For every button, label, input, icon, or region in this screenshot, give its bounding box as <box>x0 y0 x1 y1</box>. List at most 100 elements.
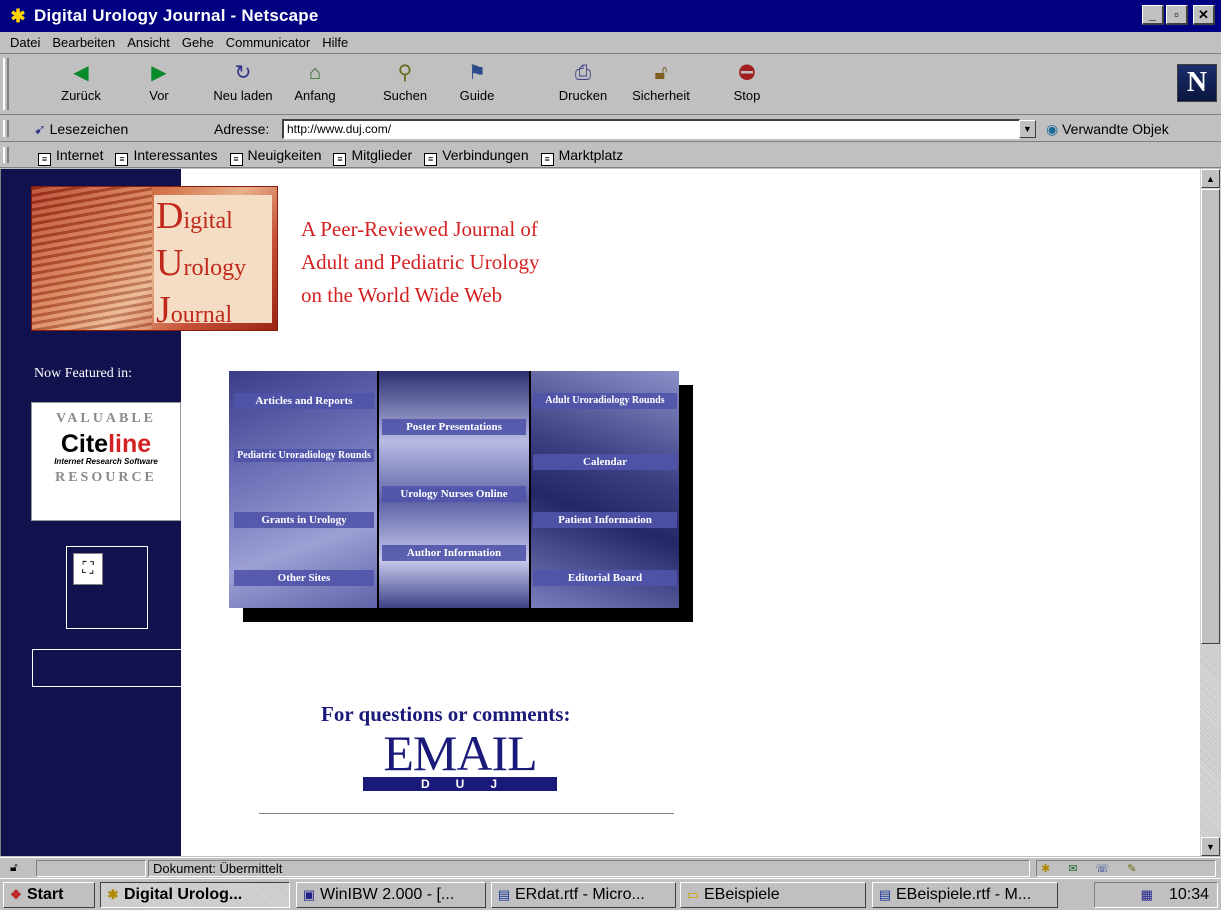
search-button[interactable]: ⚲ Suchen <box>372 60 438 110</box>
toolbar-grip[interactable] <box>3 58 9 110</box>
print-label: Drucken <box>558 88 608 103</box>
personal-link-internet[interactable]: ≡ Internet <box>38 147 103 166</box>
bookmarks-button[interactable]: ➹ Lesezeichen <box>34 121 128 138</box>
link-label: Internet <box>56 147 104 163</box>
citeline-top-text: VALUABLE <box>56 411 156 426</box>
security-status-icon[interactable]: 🔓︎ <box>10 860 18 875</box>
security-label: Sicherheit <box>632 88 690 103</box>
netscape-logo-icon[interactable]: N <box>1177 64 1217 102</box>
vertical-scrollbar[interactable]: ▲ ▼ <box>1200 169 1221 856</box>
start-button[interactable]: ❖ Start <box>3 882 95 908</box>
navigation-image-map: Articles and Reports Pediatric Uroradiol… <box>229 371 679 608</box>
window-controls: _ ▫ ✕ <box>1142 5 1215 25</box>
related-label: Verwandte Objek <box>1062 121 1169 137</box>
menu-ansicht[interactable]: Ansicht <box>121 35 176 50</box>
taskbar-item-erdat[interactable]: ▤ ERdat.rtf - Micro... <box>491 882 676 908</box>
component-bar: ✱ ✉ ☏ ✎ <box>1036 860 1216 877</box>
link-urology-nurses-online[interactable]: Urology Nurses Online <box>382 486 526 502</box>
security-button[interactable]: 🔓︎ Sicherheit <box>628 60 694 110</box>
broken-image-icon: ⛶ <box>73 553 103 585</box>
home-icon: ⌂ <box>308 62 322 84</box>
link-adult-uroradiology-rounds[interactable]: Adult Uroradiology Rounds <box>533 393 677 409</box>
url-input[interactable]: http://www.duj.com/ <box>282 119 1020 139</box>
citeline-brand: Citeline <box>32 431 180 457</box>
link-other-sites[interactable]: Other Sites <box>234 570 374 586</box>
now-featured-label: Now Featured in: <box>34 366 132 381</box>
link-pediatric-uroradiology-rounds[interactable]: Pediatric Uroradiology Rounds <box>234 449 374 462</box>
forward-button[interactable]: ▶ Vor <box>126 60 192 110</box>
logo-title: Digital Urology Journal <box>154 195 272 331</box>
location-grip[interactable] <box>3 120 9 137</box>
scroll-down-button[interactable]: ▼ <box>1201 837 1220 856</box>
link-label: Marktplatz <box>558 147 624 163</box>
taskbar-item-winibw[interactable]: ▣ WinIBW 2.000 - [... <box>296 882 486 908</box>
duj-logo[interactable]: Digital Urology Journal <box>31 186 278 331</box>
link-grants-in-urology[interactable]: Grants in Urology <box>234 512 374 528</box>
system-tray: ▦ 10:34 <box>1094 882 1218 908</box>
logo-line-1: igital <box>183 208 233 234</box>
back-label: Zurück <box>61 88 101 103</box>
back-button[interactable]: ◀ Zurück <box>48 60 114 110</box>
menu-hilfe[interactable]: Hilfe <box>316 35 354 50</box>
scroll-up-button[interactable]: ▲ <box>1201 169 1220 188</box>
maximize-button[interactable]: ▫ <box>1166 5 1188 25</box>
link-calendar[interactable]: Calendar <box>533 454 677 470</box>
related-objects-button[interactable]: ◉ Verwandte Objek <box>1046 121 1169 138</box>
stop-button[interactable]: ⛔︎ Stop <box>714 60 780 110</box>
link-author-information[interactable]: Author Information <box>382 545 526 561</box>
home-button[interactable]: ⌂ Anfang <box>282 60 348 110</box>
link-articles-and-reports[interactable]: Articles and Reports <box>234 393 374 409</box>
personal-link-neuigkeiten[interactable]: ≡ Neuigkeiten <box>229 147 321 166</box>
taskbar-item-ebeispiele-folder[interactable]: ▭ EBeispiele <box>680 882 866 908</box>
tagline-line-1: A Peer-Reviewed Journal of <box>301 217 538 241</box>
url-dropdown-button[interactable]: ▼ <box>1019 120 1036 138</box>
minimize-button[interactable]: _ <box>1142 5 1164 25</box>
menu-communicator[interactable]: Communicator <box>220 35 317 50</box>
guide-label: Guide <box>459 88 495 103</box>
print-button[interactable]: ⎙ Drucken <box>550 60 616 110</box>
link-editorial-board[interactable]: Editorial Board <box>533 570 677 586</box>
logo-cap-d: D <box>156 195 184 237</box>
personal-link-marktplatz[interactable]: ≡ Marktplatz <box>540 147 624 166</box>
scroll-thumb[interactable] <box>1201 189 1220 644</box>
menu-bearbeiten[interactable]: Bearbeiten <box>46 35 121 50</box>
tray-icon[interactable]: ▦ <box>1141 887 1153 903</box>
close-button[interactable]: ✕ <box>1193 5 1215 25</box>
tagline-line-3: on the World Wide Web <box>301 283 503 307</box>
menu-gehe[interactable]: Gehe <box>176 35 220 50</box>
taskbar-item-netscape[interactable]: ✱ Digital Urolog... <box>100 882 290 908</box>
guide-button[interactable]: ⚑ Guide <box>444 60 510 110</box>
guide-icon: ⚑ <box>468 62 486 84</box>
window-titlebar[interactable]: ✱ Digital Urology Journal - Netscape _ ▫… <box>0 0 1221 32</box>
taskbar-item-ebeispiele-rtf[interactable]: ▤ EBeispiele.rtf - M... <box>872 882 1058 908</box>
personal-link-mitglieder[interactable]: ≡ Mitglieder <box>333 147 412 166</box>
logo-cap-u: U <box>156 242 184 284</box>
bookmark-page-icon: ≡ <box>38 153 51 166</box>
personal-grip[interactable] <box>3 147 9 163</box>
menu-datei[interactable]: Datei <box>4 35 46 50</box>
page-content: Digital Urology Journal A Peer-Reviewed … <box>0 169 1200 856</box>
netscape-app-icon: ✱ <box>10 5 26 26</box>
stop-icon: ⛔︎ <box>738 62 756 84</box>
link-patient-information[interactable]: Patient Information <box>533 512 677 528</box>
email-big-text: EMAIL <box>383 725 537 781</box>
task-label: WinIBW 2.000 - [... <box>320 886 455 903</box>
search-icon: ⚲ <box>397 62 413 84</box>
questions-heading: For questions or comments: <box>321 702 571 726</box>
composer-icon[interactable]: ✎ <box>1127 862 1136 875</box>
broken-image-placeholder[interactable]: ⛶ <box>66 546 148 629</box>
search-label: Suchen <box>382 88 428 103</box>
discussion-icon[interactable]: ☏ <box>1095 862 1109 875</box>
word-document-icon: ▤ <box>497 887 511 902</box>
link-poster-presentations[interactable]: Poster Presentations <box>382 419 526 435</box>
clock[interactable]: 10:34 <box>1169 886 1209 904</box>
personal-link-verbindungen[interactable]: ≡ Verbindungen <box>424 147 529 166</box>
status-message: Dokument: Übermittelt <box>148 860 1030 877</box>
navigator-icon[interactable]: ✱ <box>1041 862 1050 875</box>
reload-button[interactable]: ↻ Neu laden <box>210 60 276 110</box>
citeline-badge[interactable]: VALUABLE Citeline Internet Research Soft… <box>31 402 181 521</box>
mail-icon[interactable]: ✉ <box>1068 862 1077 875</box>
personal-link-interessantes[interactable]: ≡ Interessantes <box>115 147 218 166</box>
email-duj-link[interactable]: EMAIL DUJ <box>363 725 557 791</box>
logo-line-2: rology <box>183 255 247 281</box>
